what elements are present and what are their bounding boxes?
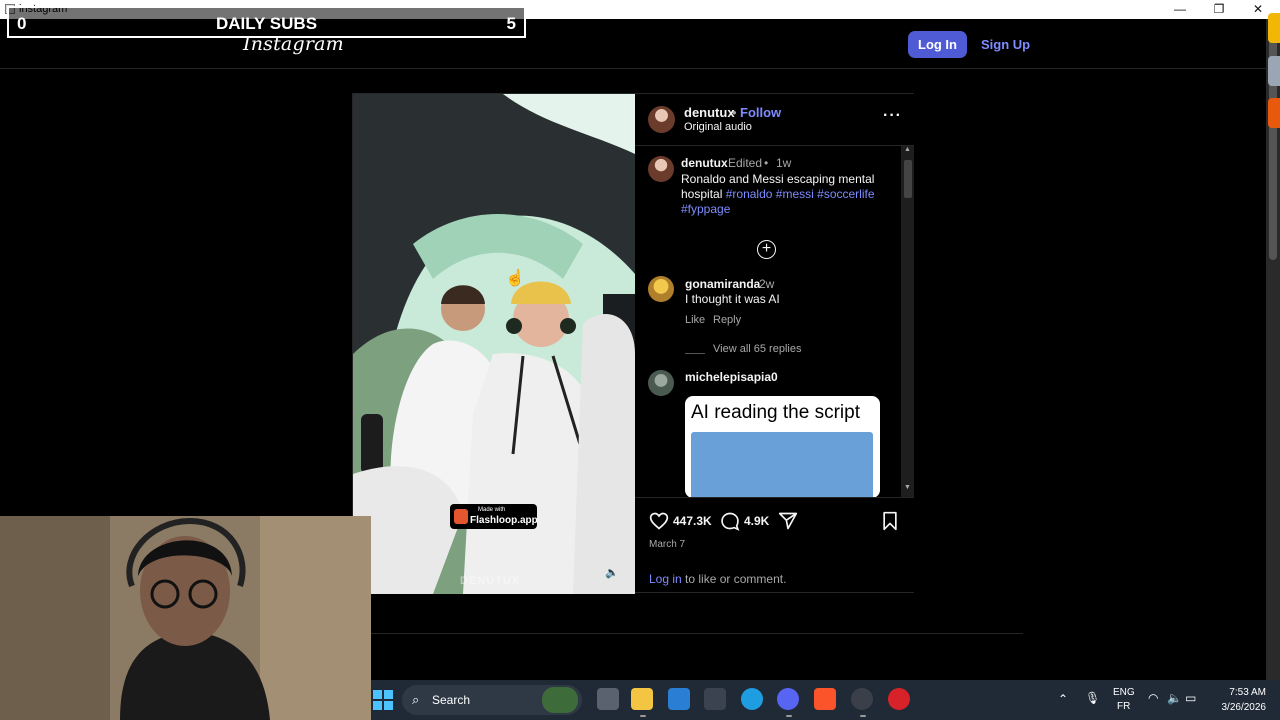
bookmark-icon[interactable] bbox=[881, 511, 899, 531]
commenter-avatar[interactable] bbox=[648, 370, 674, 396]
webcam-feed bbox=[0, 516, 371, 720]
comments-scrollbar[interactable]: ▲ ▼ bbox=[901, 146, 914, 497]
windows-start-icon[interactable] bbox=[373, 690, 393, 710]
taskbar-search[interactable]: ⌕ Search bbox=[402, 685, 582, 715]
language-label[interactable]: ENG bbox=[1113, 687, 1135, 698]
more-options-icon[interactable]: ··· bbox=[883, 107, 902, 125]
comment-username[interactable]: gonamiranda bbox=[685, 277, 760, 291]
caption-username[interactable]: denutux bbox=[681, 156, 728, 170]
clock-time[interactable]: 7:53 AM bbox=[1226, 687, 1266, 698]
caption-avatar[interactable] bbox=[648, 156, 674, 182]
clock-date[interactable]: 3/26/2026 bbox=[1212, 702, 1267, 713]
post-sidebar: denutux • Follow Original audio ··· denu… bbox=[635, 94, 914, 592]
task-view-icon[interactable] bbox=[597, 688, 619, 710]
volume-icon[interactable]: 🔈 bbox=[604, 565, 620, 581]
post-date: March 7 bbox=[649, 539, 686, 550]
store-icon[interactable] bbox=[668, 688, 690, 710]
meme-picture bbox=[691, 432, 873, 497]
signup-link[interactable]: Sign Up bbox=[981, 37, 1030, 52]
follow-button[interactable]: Follow bbox=[740, 105, 781, 120]
edge-icon[interactable] bbox=[741, 688, 763, 710]
opera-icon[interactable] bbox=[888, 688, 910, 710]
comment-meme-image[interactable]: AI reading the script bbox=[685, 396, 880, 497]
comment-time: 2w bbox=[759, 277, 775, 291]
video-credit: DENUTUX bbox=[460, 575, 521, 587]
subs-right-count: 5 bbox=[506, 14, 516, 33]
subs-label: DAILY SUBS bbox=[215, 14, 318, 33]
microphone-icon[interactable]: 🎙 bbox=[1085, 691, 1100, 705]
comment-reply-button[interactable]: Reply bbox=[713, 314, 741, 326]
author-username[interactable]: denutux bbox=[684, 105, 735, 120]
post-video[interactable]: Made with Flashloop.app DENUTUX 🔈 bbox=[353, 94, 635, 594]
replies-divider bbox=[685, 353, 705, 354]
running-indicator bbox=[786, 715, 792, 717]
login-prompt-text: to like or comment. bbox=[685, 572, 787, 586]
mouse-cursor-icon: ☝ bbox=[505, 270, 525, 287]
scroll-down-icon[interactable]: ▼ bbox=[904, 484, 911, 491]
comment-icon[interactable] bbox=[720, 511, 740, 531]
comment-count: 4.9K bbox=[744, 514, 770, 528]
share-icon[interactable] bbox=[778, 511, 798, 531]
caption-edited: Edited bbox=[728, 156, 763, 170]
comment-username[interactable]: michelepisapia0 bbox=[685, 370, 778, 384]
webcam-overlay bbox=[0, 516, 371, 720]
search-label: Search bbox=[432, 693, 471, 707]
comment-like-button[interactable]: Like bbox=[685, 314, 705, 326]
app-icon[interactable] bbox=[704, 688, 726, 710]
opera-gx-icon[interactable] bbox=[851, 688, 873, 710]
post-actions: 447.3K 4.9K March 7 Log in to like or co… bbox=[635, 498, 914, 592]
running-indicator bbox=[860, 715, 866, 717]
load-more-comments-icon[interactable]: + bbox=[757, 240, 776, 259]
search-highlight-icon bbox=[542, 687, 578, 713]
login-prompt: Log in to like or comment. bbox=[649, 572, 786, 586]
caption-text: Ronaldo and Messi escaping mental hospit… bbox=[681, 172, 881, 217]
brave-icon[interactable] bbox=[814, 688, 836, 710]
author-avatar[interactable] bbox=[648, 106, 675, 133]
watermark-line1: Made with bbox=[478, 507, 506, 513]
view-replies-button[interactable]: View all 65 replies bbox=[713, 343, 801, 355]
comments-panel[interactable]: denutux Edited • 1w Ronaldo and Messi es… bbox=[635, 146, 914, 498]
meme-caption: AI reading the script bbox=[691, 402, 860, 423]
caption-time: 1w bbox=[776, 156, 792, 170]
tray-chevron-icon[interactable]: ⌃ bbox=[1058, 692, 1068, 706]
footer-divider bbox=[370, 633, 1023, 634]
audio-label[interactable]: Original audio bbox=[684, 121, 752, 133]
volume-tray-icon[interactable]: 🔈 bbox=[1167, 691, 1182, 705]
flashloop-watermark: Made with Flashloop.app bbox=[450, 504, 538, 529]
extension-icon[interactable] bbox=[1268, 56, 1280, 86]
extension-icon[interactable] bbox=[1268, 98, 1280, 128]
like-count: 447.3K bbox=[673, 514, 712, 528]
post-header: denutux • Follow Original audio ··· bbox=[635, 94, 914, 146]
heart-icon[interactable] bbox=[649, 511, 669, 531]
scroll-up-icon[interactable]: ▲ bbox=[904, 146, 911, 153]
search-icon: ⌕ bbox=[412, 692, 420, 707]
commenter-avatar[interactable] bbox=[648, 276, 674, 302]
hashtag[interactable]: #fyppage bbox=[681, 202, 730, 216]
file-explorer-icon[interactable] bbox=[631, 688, 653, 710]
extension-icon[interactable] bbox=[1268, 13, 1280, 43]
battery-icon[interactable]: ▭ bbox=[1185, 691, 1196, 705]
post-dialog: Made with Flashloop.app DENUTUX 🔈 denutu… bbox=[352, 93, 914, 594]
discord-icon[interactable] bbox=[777, 688, 799, 710]
hashtag[interactable]: #messi bbox=[776, 187, 814, 201]
layout-label[interactable]: FR bbox=[1117, 701, 1130, 712]
watermark-line2: Flashloop.app bbox=[470, 515, 538, 526]
scroll-thumb[interactable] bbox=[904, 160, 912, 198]
login-button[interactable]: Log In bbox=[908, 31, 967, 58]
caption-separator: • bbox=[764, 156, 769, 170]
header-separator: • bbox=[732, 105, 737, 120]
minimize-icon[interactable]: — bbox=[1163, 0, 1197, 19]
login-link[interactable]: Log in bbox=[649, 572, 682, 586]
restore-icon[interactable]: ❐ bbox=[1202, 0, 1236, 19]
daily-subs-overlay: 0 DAILY SUBS 5 bbox=[7, 6, 526, 38]
windows-taskbar: ⌕ Search ⌃ 🎙 ENG FR ◠ 🔈 ▭ 7:53 AM 3/26/2… bbox=[371, 680, 1280, 720]
hashtag[interactable]: #soccerlife bbox=[817, 187, 874, 201]
wifi-icon[interactable]: ◠ bbox=[1148, 691, 1158, 705]
flashloop-icon bbox=[454, 509, 468, 524]
comment-text: I thought it was AI bbox=[685, 292, 780, 306]
running-indicator bbox=[640, 715, 646, 717]
hashtag[interactable]: #ronaldo bbox=[726, 187, 773, 201]
